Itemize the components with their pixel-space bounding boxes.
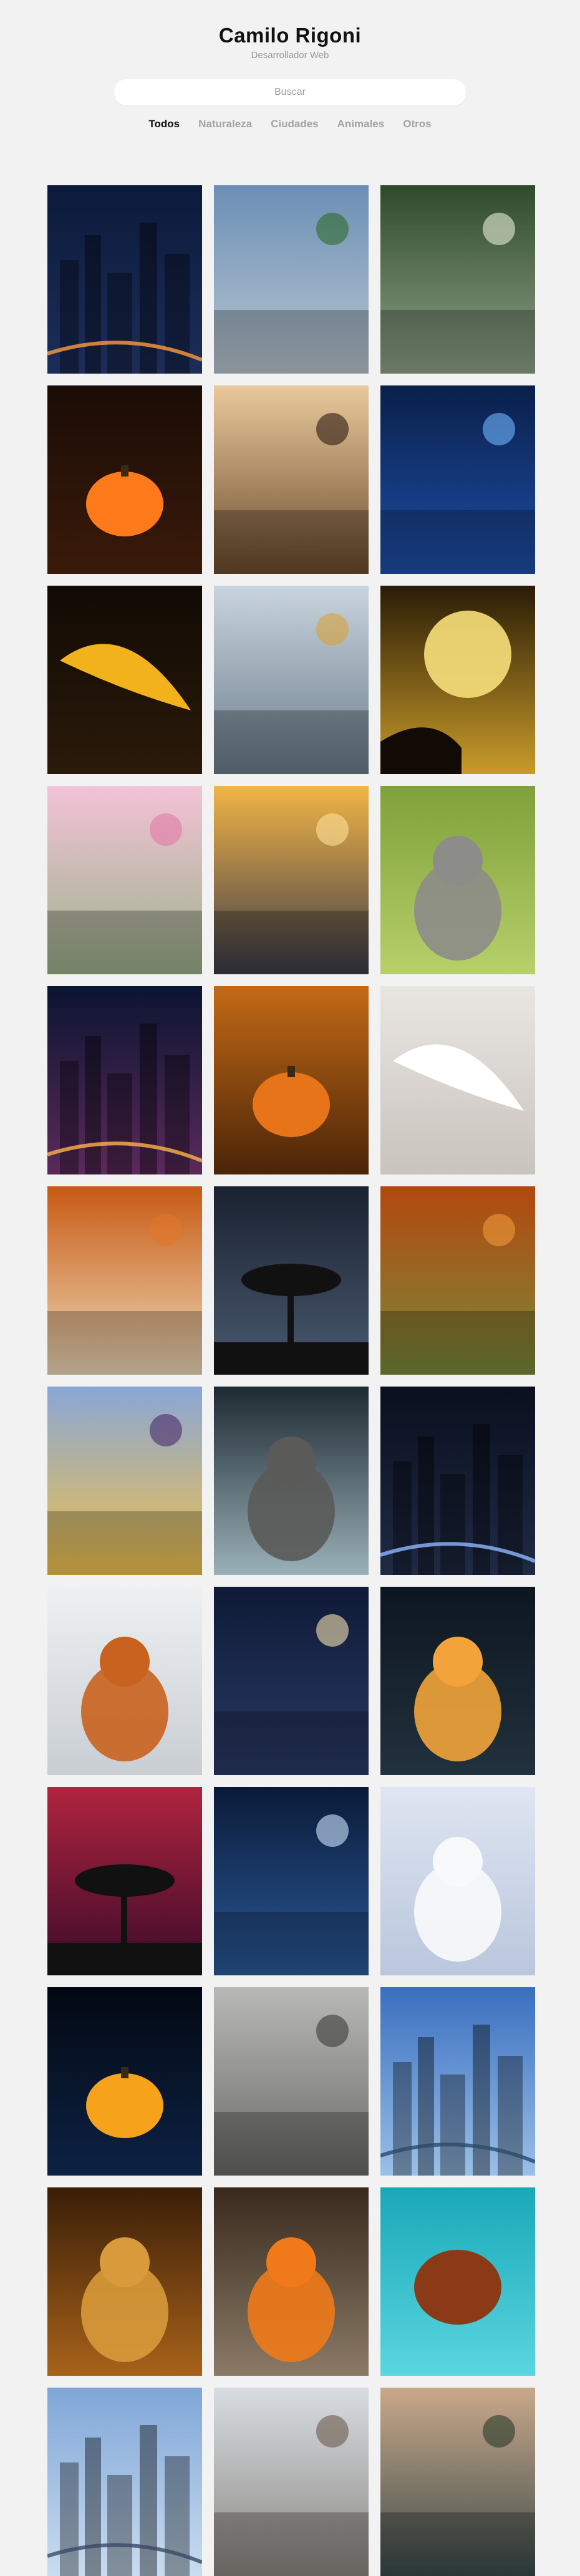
- capitol-night-photo[interactable]: [214, 1587, 369, 1775]
- canal-boat-city-photo[interactable]: [214, 586, 369, 774]
- page-subtitle: Desarrollador Web: [251, 50, 329, 61]
- filter-tabs: Todos Naturaleza Ciudades Animales Otros: [0, 118, 580, 130]
- header: Camilo Rigoni Desarrollador Web: [0, 0, 580, 61]
- arctic-fox-snow-photo[interactable]: [380, 1787, 535, 1975]
- misty-woods-deer-photo-image: [214, 385, 369, 574]
- blue-butterflies-photo-image: [380, 385, 535, 574]
- city-night-traffic-photo-image: [47, 185, 202, 374]
- city-skyline-water-photo-image: [380, 1987, 535, 2176]
- capitol-night-photo-image: [214, 1587, 369, 1775]
- cherry-blossom-bridge-photo[interactable]: [47, 786, 202, 974]
- misty-woods-deer-photo[interactable]: [214, 385, 369, 574]
- city-skyline-water-photo[interactable]: [380, 1987, 535, 2176]
- search-bar: [0, 79, 580, 105]
- autumn-park-path-photo[interactable]: [47, 1186, 202, 1375]
- foggy-forest-photo-image: [214, 1987, 369, 2176]
- photo-gallery: [47, 185, 535, 2576]
- sunset-lake-photo[interactable]: [214, 786, 369, 974]
- rabbit-candles-photo-image: [380, 1587, 535, 1775]
- lion-portrait-photo[interactable]: [47, 2187, 202, 2376]
- elephant-light-photo[interactable]: [214, 1387, 369, 1575]
- owl-eyes-photo-image: [214, 2187, 369, 2376]
- jack-o-lantern-photo[interactable]: [47, 1987, 202, 2176]
- city-lights-aerial-photo-image: [47, 986, 202, 1174]
- fox-snow-photo[interactable]: [47, 1587, 202, 1775]
- search-input[interactable]: [114, 79, 466, 105]
- island-trees-lake-photo-image: [380, 2388, 535, 2576]
- halloween-pumpkin-spider-photo-image: [47, 385, 202, 574]
- tab-animales[interactable]: Animales: [337, 118, 385, 130]
- winter-palace-trees-photo-image: [214, 2388, 369, 2576]
- bare-tree-moon-photo[interactable]: [214, 1186, 369, 1375]
- arctic-fox-snow-photo-image: [380, 1787, 535, 1975]
- full-moon-bats-photo-image: [380, 586, 535, 774]
- cherry-blossom-bridge-photo-image: [47, 786, 202, 974]
- foggy-forest-photo[interactable]: [214, 1987, 369, 2176]
- kitten-green-photo[interactable]: [380, 786, 535, 974]
- forest-light-rays-photo[interactable]: [380, 185, 535, 374]
- forest-light-rays-photo-image: [380, 185, 535, 374]
- tab-naturaleza[interactable]: Naturaleza: [198, 118, 252, 130]
- tab-otros[interactable]: Otros: [403, 118, 431, 130]
- rabbit-candles-photo[interactable]: [380, 1587, 535, 1775]
- elephant-light-photo-image: [214, 1387, 369, 1575]
- sea-turtle-photo-image: [380, 2187, 535, 2376]
- bare-tree-moon-photo-image: [214, 1186, 369, 1375]
- lone-tree-sunset-photo[interactable]: [47, 1787, 202, 1975]
- autumn-pumpkin-field-photo-image: [214, 986, 369, 1174]
- tab-todos[interactable]: Todos: [148, 118, 180, 130]
- lion-portrait-photo-image: [47, 2187, 202, 2376]
- autumn-forest-trail-photo-image: [380, 1186, 535, 1375]
- lone-tree-sunset-photo-image: [47, 1787, 202, 1975]
- city-night-traffic-photo[interactable]: [47, 185, 202, 374]
- city-lights-aerial-photo[interactable]: [47, 986, 202, 1174]
- downtown-skyscrapers-photo-image: [47, 2388, 202, 2576]
- autumn-pumpkin-field-photo[interactable]: [214, 986, 369, 1174]
- page-title: Camilo Rigoni: [218, 24, 362, 47]
- kitten-green-photo-image: [380, 786, 535, 974]
- twin-light-beams-photo-image: [380, 1387, 535, 1575]
- canal-boat-city-photo-image: [214, 586, 369, 774]
- sea-turtle-photo[interactable]: [380, 2187, 535, 2376]
- macaw-parrot-photo-image: [47, 586, 202, 774]
- white-dove-photo[interactable]: [380, 986, 535, 1174]
- fox-snow-photo-image: [47, 1587, 202, 1775]
- sunset-mountains-photo-image: [47, 1387, 202, 1575]
- seaside-promenade-photo[interactable]: [214, 185, 369, 374]
- sunset-lake-photo-image: [214, 786, 369, 974]
- halloween-pumpkin-spider-photo[interactable]: [47, 385, 202, 574]
- bridge-river-night-photo-image: [214, 1787, 369, 1975]
- jack-o-lantern-photo-image: [47, 1987, 202, 2176]
- seaside-promenade-photo-image: [214, 185, 369, 374]
- blue-butterflies-photo[interactable]: [380, 385, 535, 574]
- owl-eyes-photo[interactable]: [214, 2187, 369, 2376]
- winter-palace-trees-photo[interactable]: [214, 2388, 369, 2576]
- twin-light-beams-photo[interactable]: [380, 1387, 535, 1575]
- white-dove-photo-image: [380, 986, 535, 1174]
- macaw-parrot-photo[interactable]: [47, 586, 202, 774]
- bridge-river-night-photo[interactable]: [214, 1787, 369, 1975]
- island-trees-lake-photo[interactable]: [380, 2388, 535, 2576]
- full-moon-bats-photo[interactable]: [380, 586, 535, 774]
- autumn-park-path-photo-image: [47, 1186, 202, 1375]
- tab-ciudades[interactable]: Ciudades: [271, 118, 319, 130]
- downtown-skyscrapers-photo[interactable]: [47, 2388, 202, 2576]
- autumn-forest-trail-photo[interactable]: [380, 1186, 535, 1375]
- sunset-mountains-photo[interactable]: [47, 1387, 202, 1575]
